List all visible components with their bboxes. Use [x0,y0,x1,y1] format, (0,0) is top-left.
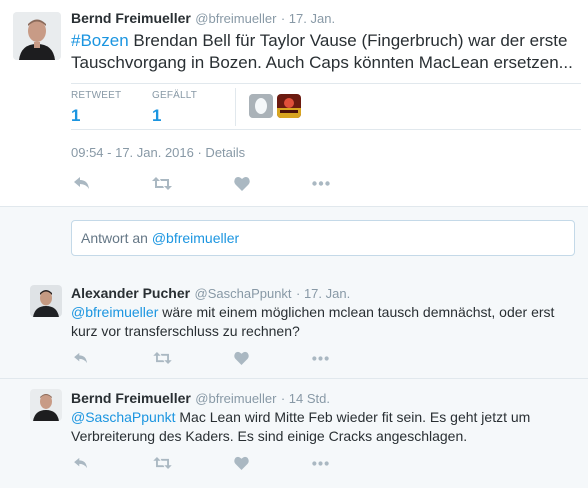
reply-tweet: Bernd Freimueller @bfreimueller · 14 Std… [0,379,588,488]
more-icon[interactable] [312,461,329,466]
mention-link[interactable]: @bfreimueller [71,304,158,320]
retweet-count: 1 [71,106,81,125]
avatar[interactable] [13,12,61,60]
more-icon[interactable] [312,356,329,361]
tweet-text-line: wäre mit einem möglichen mclean tausch d… [158,304,555,320]
retweet-icon[interactable] [153,457,172,469]
author-name[interactable]: Bernd Freimueller [71,10,191,26]
reply-mention: @bfreimueller [151,230,240,246]
tweet-header: Bernd Freimueller @bfreimueller · 14 Std… [71,390,330,408]
tweet-text: @bfreimueller wäre mit einem möglichen m… [71,303,581,341]
author-handle[interactable]: @SaschaPpunkt [195,286,292,301]
avatar[interactable] [30,285,62,317]
tweet-text-line: Brendan Bell für Taylor Vause (Fingerbru… [128,31,568,50]
tweet-date[interactable]: · 17. Jan. [296,286,350,301]
reply-placeholder: Antwort an [81,230,152,246]
tweet-text: #Bozen Brendan Bell für Taylor Vause (Fi… [71,30,581,74]
author-handle[interactable]: @bfreimueller [195,391,276,406]
author-name[interactable]: Alexander Pucher [71,285,190,301]
like-icon[interactable] [234,176,250,191]
reply-icon[interactable] [73,176,91,190]
mention-link[interactable]: @SaschaPpunkt [71,409,176,425]
tweet-text: @SaschaPpunkt Mac Lean wird Mitte Feb wi… [71,408,581,446]
more-icon[interactable] [312,181,330,186]
reply-tweet: Alexander Pucher @SaschaPpunkt · 17. Jan… [0,273,588,379]
tweet-text-line: kurz vor transferschluss zu rechnen? [71,323,300,339]
reply-icon[interactable] [73,457,89,469]
tweet-date[interactable]: · 14 Std. [281,391,330,406]
reply-composer: Antwort an @bfreimueller [0,206,588,274]
tweet-header: Bernd Freimueller @bfreimueller · 17. Ja… [71,10,335,28]
tweet-text-line: Verbreiterung des Kaders. Es sind einige… [71,428,468,444]
liker-avatar[interactable] [277,94,301,118]
like-icon[interactable] [234,351,249,365]
author-handle[interactable]: @bfreimueller [195,11,276,26]
main-tweet: Bernd Freimueller @bfreimueller · 17. Ja… [0,0,588,206]
tweet-date[interactable]: · 17. Jan. [281,11,335,26]
tweet-text-line: Mac Lean wird Mitte Feb wieder fit sein.… [175,409,531,425]
like-count: 1 [152,106,162,125]
retweet-stat[interactable]: RETWEET 1 [71,90,121,126]
retweet-icon[interactable] [153,352,172,364]
avatar[interactable] [30,389,62,421]
retweet-label: RETWEET [71,90,122,101]
tweet-header: Alexander Pucher @SaschaPpunkt · 17. Jan… [71,285,350,303]
like-icon[interactable] [234,456,249,470]
reply-icon[interactable] [73,352,89,364]
author-name[interactable]: Bernd Freimueller [71,390,191,406]
like-label: GEFÄLLT [152,90,198,101]
like-stat[interactable]: GEFÄLLT 1 [152,90,197,126]
hashtag-link[interactable]: #Bozen [71,31,129,50]
tweet-timestamp[interactable]: 09:54 - 17. Jan. 2016 · Details [71,145,245,160]
reply-input[interactable]: Antwort an @bfreimueller [71,220,575,256]
tweet-text-line: Tauschvorgang in Bozen. Auch Caps könnte… [71,53,573,72]
liker-avatar[interactable] [249,94,273,118]
retweet-icon[interactable] [152,177,172,190]
